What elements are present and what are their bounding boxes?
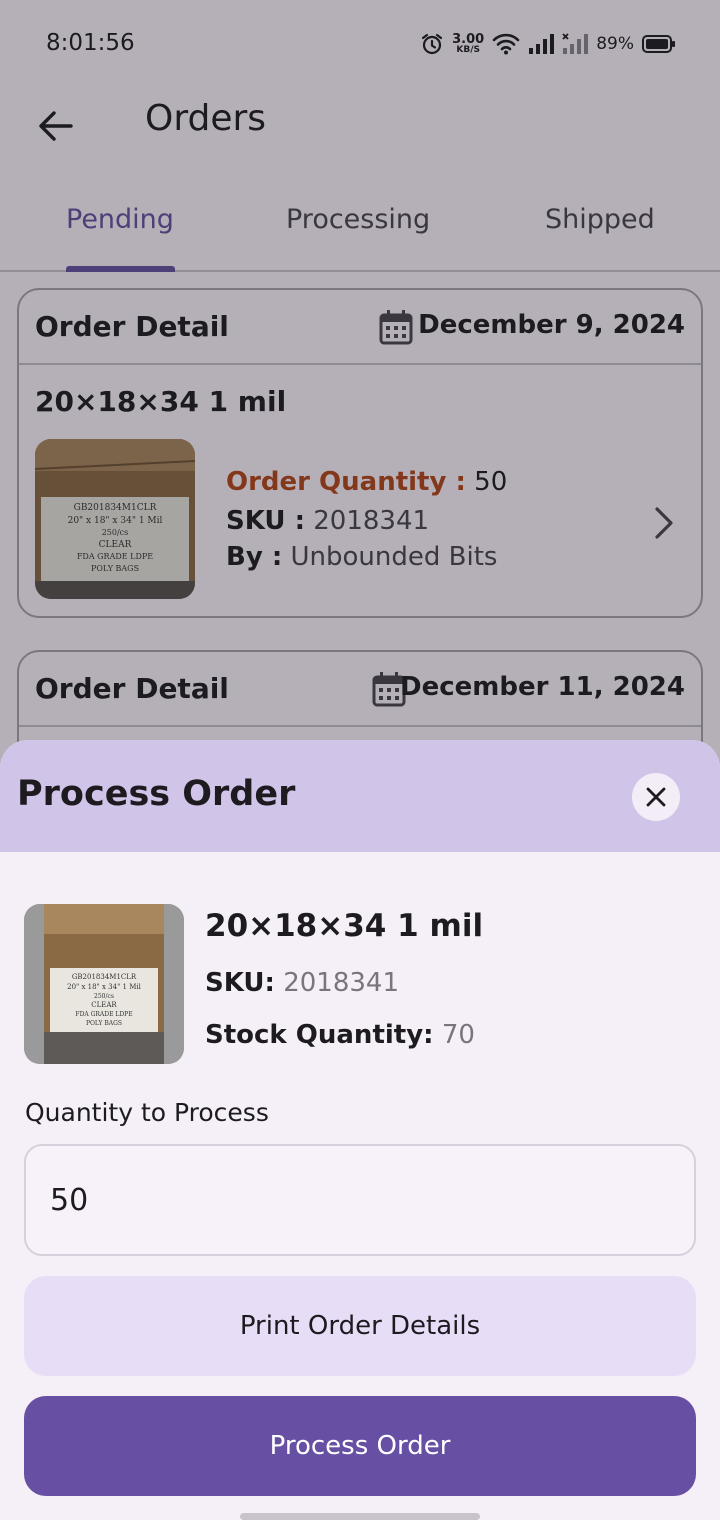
arrow-left-icon (39, 111, 73, 141)
battery-icon (642, 35, 675, 53)
print-order-details-button[interactable]: Print Order Details (24, 1276, 696, 1376)
quantity-to-process-input[interactable] (24, 1144, 696, 1256)
sheet-sku-label: SKU: (205, 968, 275, 998)
calendar-icon (379, 310, 413, 345)
tab-pending[interactable]: Pending (66, 204, 174, 235)
back-button[interactable] (26, 96, 86, 156)
sheet-product-image: GB201834M1CLR 20" x 18" x 34" 1 Mil 250/… (24, 904, 184, 1064)
sheet-stock: Stock Quantity: 70 (205, 1020, 475, 1050)
box-label-line: FDA GRADE LDPE (75, 1011, 132, 1018)
sheet-header: Process Order (0, 740, 720, 852)
box-label-line: 20" x 18" x 34" 1 Mil (67, 983, 141, 991)
box-label-line: 250/cs (102, 528, 129, 537)
tab-bar: Pending Processing Shipped (0, 180, 720, 272)
app-bar: Orders (0, 88, 720, 168)
battery-percent: 89% (596, 34, 634, 54)
sheet-sku-value: 2018341 (283, 968, 399, 998)
product-image: GB201834M1CLR 20" x 18" x 34" 1 Mil 250/… (35, 439, 195, 599)
sheet-title: Process Order (17, 774, 296, 814)
box-label-line: CLEAR (99, 540, 132, 550)
box-label-line: GB201834M1CLR (74, 503, 157, 513)
order-card-title: Order Detail (35, 310, 229, 343)
cell-signal-icon (529, 34, 555, 54)
box-label-line: CLEAR (91, 1001, 117, 1009)
box-label-line: POLY BAGS (91, 564, 139, 573)
sheet-sku: SKU: 2018341 (205, 968, 399, 998)
by-label: By : (226, 542, 283, 572)
home-indicator[interactable] (240, 1513, 480, 1520)
close-button[interactable] (632, 773, 680, 821)
order-card[interactable]: Order Detail December 9, 2024 20×18×34 1… (17, 288, 703, 618)
sku-label: SKU : (226, 506, 305, 536)
process-order-sheet: Process Order GB201834M1CLR 20" x 18" x … (0, 740, 720, 1520)
network-speed: 3.00 KB/S (452, 33, 484, 55)
product-name: 20×18×34 1 mil (35, 385, 287, 418)
order-card-title: Order Detail (35, 672, 229, 705)
box-label-line: 250/cs (94, 993, 114, 1000)
order-quantity-value: 50 (474, 467, 508, 497)
sheet-product-name: 20×18×34 1 mil (205, 908, 484, 944)
order-date: December 9, 2024 (418, 310, 685, 340)
wifi-icon (492, 33, 520, 55)
alarm-icon (422, 33, 443, 55)
cell-signal-no-service-icon (562, 33, 589, 54)
status-icons: 3.00 KB/S 89% (420, 28, 676, 60)
status-time: 8:01:56 (46, 30, 135, 56)
page-title: Orders (145, 98, 267, 139)
order-card-header: Order Detail December 11, 2024 (19, 652, 701, 727)
stock-quantity-label: Stock Quantity: (205, 1020, 434, 1050)
by-value: Unbounded Bits (290, 542, 498, 572)
box-label-line: FDA GRADE LDPE (77, 552, 153, 561)
box-label-line: GB201834M1CLR (72, 973, 137, 981)
tab-shipped[interactable]: Shipped (545, 204, 655, 235)
status-bar: 8:01:56 3.00 KB/S 89% (0, 0, 720, 88)
tab-indicator (66, 266, 175, 272)
process-order-button[interactable]: Process Order (24, 1396, 696, 1496)
order-sku: SKU : 2018341 (226, 506, 429, 536)
close-icon (646, 787, 666, 807)
chevron-right-icon[interactable] (649, 503, 679, 543)
order-quantity-label: Order Quantity : (226, 467, 466, 497)
orders-screen: 8:01:56 3.00 KB/S 89% Orders Pending Pro… (0, 0, 720, 1520)
order-quantity: Order Quantity : 50 (226, 467, 507, 497)
order-card-header: Order Detail December 9, 2024 (19, 290, 701, 365)
stock-quantity-value: 70 (441, 1020, 475, 1050)
tab-processing[interactable]: Processing (286, 204, 430, 235)
box-label-line: POLY BAGS (86, 1020, 122, 1027)
sku-value: 2018341 (313, 506, 430, 536)
box-label-line: 20" x 18" x 34" 1 Mil (68, 516, 163, 526)
order-date: December 11, 2024 (400, 672, 685, 702)
quantity-to-process-label: Quantity to Process (25, 1098, 269, 1127)
network-speed-unit: KB/S (456, 45, 480, 55)
order-by: By : Unbounded Bits (226, 542, 497, 572)
